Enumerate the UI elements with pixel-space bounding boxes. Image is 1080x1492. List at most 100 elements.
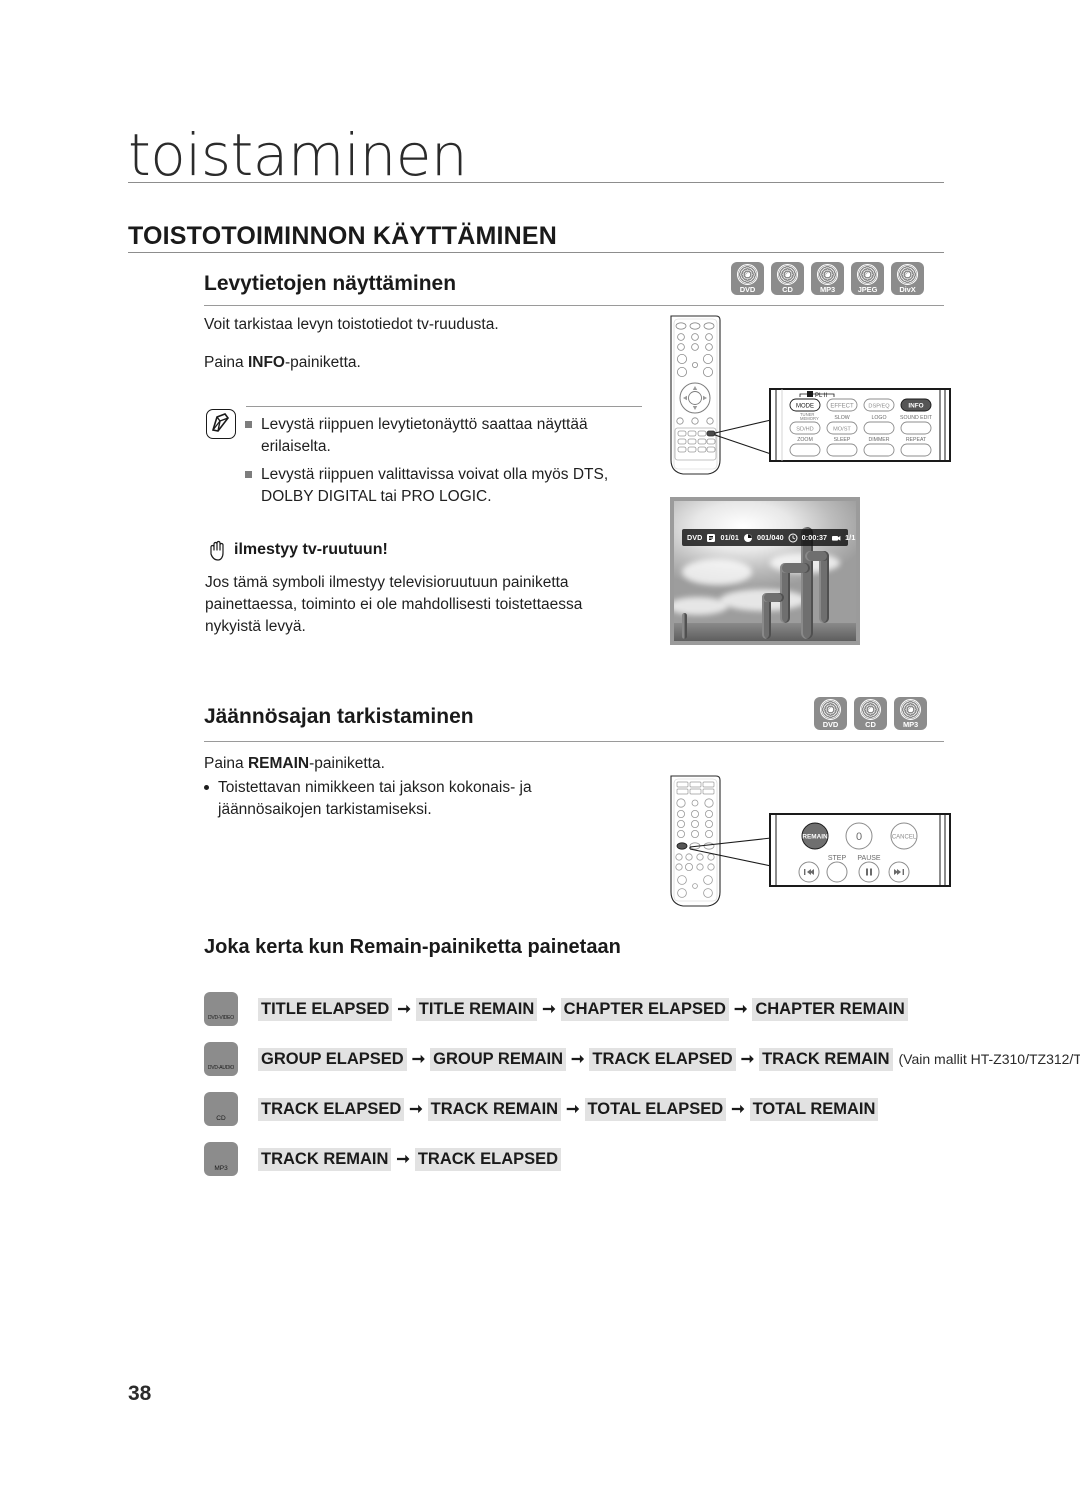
- intro-text: Voit tarkistaa levyn toistotiedot tv-ruu…: [204, 316, 499, 333]
- cactus-arm-right-joint: [805, 551, 829, 561]
- svg-text:SD/HD: SD/HD: [796, 427, 813, 433]
- remote-body: [670, 775, 721, 907]
- play-icon: [859, 533, 860, 543]
- remote-control-remain-figure: REMAIN 0 CANCEL STEP PAUSE: [664, 772, 954, 912]
- disc-badge-mp3: MP3: [204, 1142, 238, 1176]
- press-info-line: Paina INFO-painiketta.: [204, 352, 634, 374]
- table-row: MP3 TRACK REMAIN ➞ TRACK ELAPSED: [204, 1134, 964, 1184]
- disc-badge-label: MP3: [902, 720, 919, 729]
- disc-icon: [857, 264, 878, 285]
- svg-text:ZOOM: ZOOM: [797, 437, 813, 443]
- press-suffix: -painiketta.: [284, 354, 361, 371]
- disc-badge-label: DVD: [822, 720, 839, 729]
- chapter-title-rule: [128, 182, 944, 183]
- sequence-step: GROUP REMAIN: [430, 1047, 567, 1071]
- osd-time-value: 0:00:37: [801, 533, 828, 542]
- callout-leader-lines: [714, 419, 772, 455]
- sequence-step: TITLE REMAIN: [415, 997, 538, 1021]
- disc-badge-label: JPEG: [857, 285, 878, 294]
- square-bullet-icon: [245, 414, 261, 458]
- disc-badge-label: MP3: [214, 1165, 228, 1172]
- disc-icon: [211, 995, 231, 1015]
- subheading-rule-2: [204, 741, 944, 742]
- osd-title-value: 01/01: [720, 533, 739, 542]
- clock-icon: [788, 533, 798, 543]
- disc-badge-mp3: MP3: [811, 262, 844, 295]
- disc-badge-label: MP3: [819, 285, 836, 294]
- disc-icon: [211, 1145, 231, 1165]
- sequence-table: DVD-VIDEO TITLE ELAPSED ➞ TITLE REMAIN ➞…: [204, 984, 1080, 1184]
- disc-icon: [211, 1045, 231, 1065]
- svg-text:CANCEL: CANCEL: [892, 835, 917, 841]
- sequence-step: CHAPTER ELAPSED: [560, 997, 729, 1021]
- press-prefix: Paina: [204, 755, 248, 772]
- sequence-step: TRACK REMAIN: [759, 1047, 893, 1071]
- svg-text:MO/ST: MO/ST: [833, 427, 851, 433]
- table-row: DVD-VIDEO TITLE ELAPSED ➞ TITLE REMAIN ➞…: [204, 984, 964, 1034]
- arrow-icon: ➞: [396, 1150, 410, 1168]
- disc-badge-jpeg: JPEG: [851, 262, 884, 295]
- svg-text:INFO: INFO: [908, 403, 923, 410]
- svg-text:DIMMER: DIMMER: [868, 437, 889, 443]
- section-heading-rule: [128, 252, 944, 253]
- arrow-icon: ➞: [740, 1050, 755, 1068]
- svg-text:STEP: STEP: [828, 855, 847, 862]
- callout-step-button: [826, 861, 848, 883]
- remote-control-info-figure: PL II MODE EFFECT DSP/EQ INFO TUNER MEMO…: [664, 312, 954, 482]
- table-row: CD TRACK ELAPSED ➞ TRACK REMAIN ➞ TOTAL …: [204, 1084, 964, 1134]
- svg-text:PL II: PL II: [815, 393, 827, 399]
- svg-text:MEMORY: MEMORY: [800, 416, 819, 421]
- cactus-arm-left-joint: [780, 563, 810, 573]
- svg-text:EFFECT: EFFECT: [830, 404, 854, 410]
- sequence-step: TOTAL REMAIN: [749, 1097, 879, 1121]
- note-pencil-icon: [206, 409, 236, 439]
- svg-text:0: 0: [856, 831, 862, 843]
- disc-icon: [820, 699, 841, 720]
- disc-badge-row-2: DVD CD MP3: [814, 697, 927, 730]
- callout-panel: PL II MODE EFFECT DSP/EQ INFO TUNER MEMO…: [769, 388, 951, 462]
- hand-icon: [207, 538, 229, 562]
- arrow-icon: ➞: [571, 1050, 585, 1068]
- arrow-icon: ➞: [733, 1000, 748, 1018]
- sequence-step: GROUP ELAPSED: [258, 1047, 407, 1071]
- subheading-jaannosajan: Jäännösajan tarkistaminen: [204, 705, 474, 728]
- disc-badge-label: DVD-AUDIO: [207, 1065, 235, 1071]
- osd-info-bar: DVD 01/01 001/040 0:00:37 1/1: [682, 529, 855, 546]
- square-bullet-icon: [245, 464, 261, 508]
- sequence-title: Joka kerta kun Remain-painiketta paineta…: [204, 936, 621, 958]
- arrow-icon: ➞: [731, 1100, 745, 1118]
- disc-badge-dvd: DVD: [814, 697, 847, 730]
- svg-text:REPEAT: REPEAT: [906, 437, 927, 443]
- svg-text:SLEEP: SLEEP: [834, 437, 851, 443]
- arrow-icon: ➞: [397, 1000, 411, 1018]
- table-row: DVD-AUDIO GROUP ELAPSED ➞ GROUP REMAIN ➞…: [204, 1034, 1080, 1084]
- hand-note-title: ilmestyy tv-ruutuun!: [234, 541, 388, 558]
- disc-badge-label: CD: [782, 285, 793, 294]
- cloud: [682, 559, 752, 585]
- manual-page: toistaminen TOISTOTOIMINNON KÄYTTÄMINEN …: [0, 0, 1080, 1492]
- disc-icon: [817, 264, 838, 285]
- section-heading: TOISTOTOIMINNON KÄYTTÄMINEN: [128, 222, 558, 250]
- sequence-step: TRACK REMAIN: [258, 1147, 392, 1171]
- cactus-arm-far-left-joint: [762, 593, 784, 602]
- chapter-title: toistaminen: [128, 121, 468, 189]
- disc-icon: [777, 264, 798, 285]
- osd-angle-value: 1/1: [845, 533, 856, 542]
- camera-angle-icon: [831, 533, 841, 543]
- note-item-text: Levystä riippuen valittavissa voivat oll…: [261, 466, 609, 505]
- arrow-icon: ➞: [411, 1050, 426, 1068]
- svg-text:LOGO: LOGO: [872, 415, 887, 421]
- disc-badge-mp3: MP3: [894, 697, 927, 730]
- highlight-info-button: [706, 430, 716, 437]
- disc-badge-label: DVD: [739, 285, 756, 294]
- cactus-small: [682, 613, 687, 639]
- remote-body: [670, 315, 721, 475]
- svg-text:MODE: MODE: [796, 404, 814, 410]
- sequence-note: (Vain mallit HT-Z310/TZ312/TZ315): [898, 1050, 1080, 1067]
- title-icon: [706, 533, 716, 543]
- sequence-steps: TITLE ELAPSED ➞ TITLE REMAIN ➞ CHAPTER E…: [258, 997, 908, 1021]
- callout-panel: REMAIN 0 CANCEL STEP PAUSE: [769, 813, 951, 887]
- sequence-step: TRACK ELAPSED: [589, 1047, 736, 1071]
- note-list: Levystä riippuen levytietonäyttö saattaa…: [245, 414, 645, 514]
- sequence-steps: GROUP ELAPSED ➞ GROUP REMAIN ➞ TRACK ELA…: [258, 1047, 1080, 1071]
